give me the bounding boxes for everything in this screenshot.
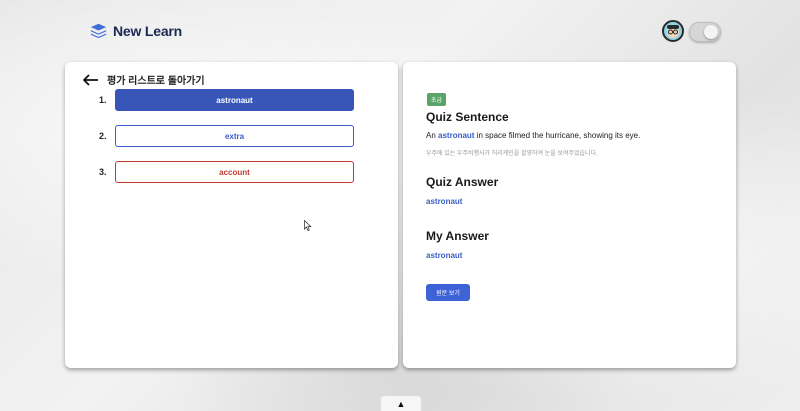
toggle-knob [704,25,718,39]
back-label: 평가 리스트로 돌아가기 [107,76,205,87]
item-number: 2. [99,131,107,141]
app-title: New Learn [113,22,182,39]
quiz-sentence-title: Quiz Sentence [426,110,509,124]
back-to-list-link[interactable]: 평가 리스트로 돌아가기 [83,72,205,87]
quiz-answer-value: astronaut [426,197,463,206]
header: New Learn [0,0,800,62]
list-item: 3. account [99,161,354,183]
word-list-panel: 평가 리스트로 돌아가기 1. astronaut 2. extra 3. ac… [65,62,398,368]
sentence-after: in space filmed the hurricane, showing i… [474,131,641,140]
sentence-before: An [426,131,439,140]
word-button-extra[interactable]: extra [115,125,354,147]
quiz-answer-title: Quiz Answer [426,175,499,189]
sentence-translation: 우주에 있는 우주비행사가 허리케인을 촬영하여 눈을 보여주었습니다. [426,151,598,157]
sentence-highlight: astronaut [438,131,475,140]
level-badge: 초급 [427,93,447,106]
avatar-icon[interactable] [662,20,684,42]
expand-tab[interactable]: ▲ [381,396,421,411]
mouse-cursor-icon [304,220,312,231]
list-item: 2. extra [99,125,354,147]
quiz-sentence: An astronaut in space filmed the hurrica… [426,131,640,140]
word-button-account[interactable]: account [115,161,354,183]
quiz-detail-panel: 초급 Quiz Sentence An astronaut in space f… [403,62,736,368]
my-answer-title: My Answer [426,229,489,243]
arrow-left-icon [83,73,98,86]
item-number: 3. [99,167,107,177]
list-item: 1. astronaut [99,89,354,111]
item-number: 1. [99,95,107,105]
my-answer-value: astronaut [426,251,463,260]
logo[interactable]: New Learn [90,22,182,39]
avatar-face-icon [667,25,679,38]
word-button-astronaut[interactable]: astronaut [115,89,354,111]
theme-toggle[interactable] [689,22,721,42]
view-original-button[interactable]: 원문 보기 [426,284,470,301]
layers-icon [90,23,107,39]
